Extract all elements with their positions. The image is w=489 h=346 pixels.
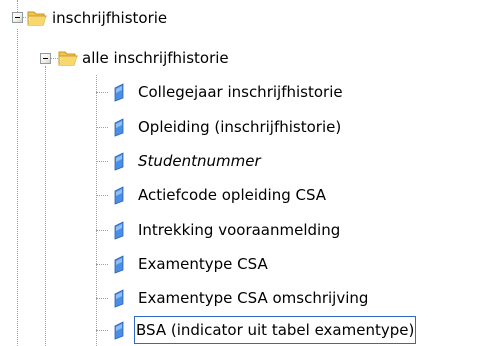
open-folder-icon (27, 11, 47, 26)
tree-leaf-field[interactable]: Opleiding (inschrijfhistorie) (0, 113, 489, 141)
open-folder-icon (58, 51, 78, 66)
field-icon (114, 186, 124, 205)
tree-node-label[interactable]: inschrijfhistorie (50, 4, 169, 32)
tree-leaf-label[interactable]: Actiefcode opleiding CSA (136, 181, 328, 209)
tree-leaf-field-selected[interactable]: BSA (indicator uit tabel examentype) (0, 316, 489, 344)
tree-leaf-label[interactable]: BSA (indicator uit tabel examentype) (134, 316, 417, 344)
tree-leaf-field[interactable]: Actiefcode opleiding CSA (0, 181, 489, 209)
tree-node-root[interactable]: inschrijfhistorie (0, 4, 489, 32)
tree-leaf-field[interactable]: Examentype CSA omschrijving (0, 284, 489, 312)
tree-connector (96, 127, 108, 128)
collapse-toggle-icon[interactable] (40, 53, 51, 64)
collapse-toggle-icon[interactable] (12, 12, 23, 23)
field-icon (114, 83, 124, 102)
field-icon (114, 118, 124, 137)
tree-connector (96, 92, 108, 93)
tree-connector (96, 195, 108, 196)
tree-leaf-label[interactable]: Opleiding (inschrijfhistorie) (136, 113, 343, 141)
tree-leaf-label[interactable]: Studentnummer (136, 147, 263, 175)
tree-leaf-label[interactable]: Intrekking vooraanmelding (136, 216, 342, 244)
field-icon (114, 321, 124, 340)
tree-connector (96, 161, 108, 162)
tree-leaf-label[interactable]: Collegejaar inschrijfhistorie (136, 78, 345, 106)
field-icon (114, 221, 124, 240)
tree-connector (96, 298, 108, 299)
tree-connector (96, 330, 108, 331)
field-icon (114, 255, 124, 274)
tree-leaf-field[interactable]: Studentnummer (0, 147, 489, 175)
field-icon (114, 152, 124, 171)
tree-connector (96, 230, 108, 231)
tree-leaf-field[interactable]: Examentype CSA (0, 250, 489, 278)
schema-tree: inschrijfhistorie alle inschrijfhistorie… (0, 0, 489, 346)
tree-leaf-field[interactable]: Intrekking vooraanmelding (0, 216, 489, 244)
tree-leaf-field[interactable]: Collegejaar inschrijfhistorie (0, 78, 489, 106)
tree-node-label[interactable]: alle inschrijfhistorie (80, 44, 231, 72)
field-icon (114, 289, 124, 308)
tree-connector (96, 264, 108, 265)
tree-leaf-label[interactable]: Examentype CSA omschrijving (136, 284, 370, 312)
tree-leaf-label[interactable]: Examentype CSA (136, 250, 270, 278)
tree-node-folder[interactable]: alle inschrijfhistorie (0, 44, 489, 72)
